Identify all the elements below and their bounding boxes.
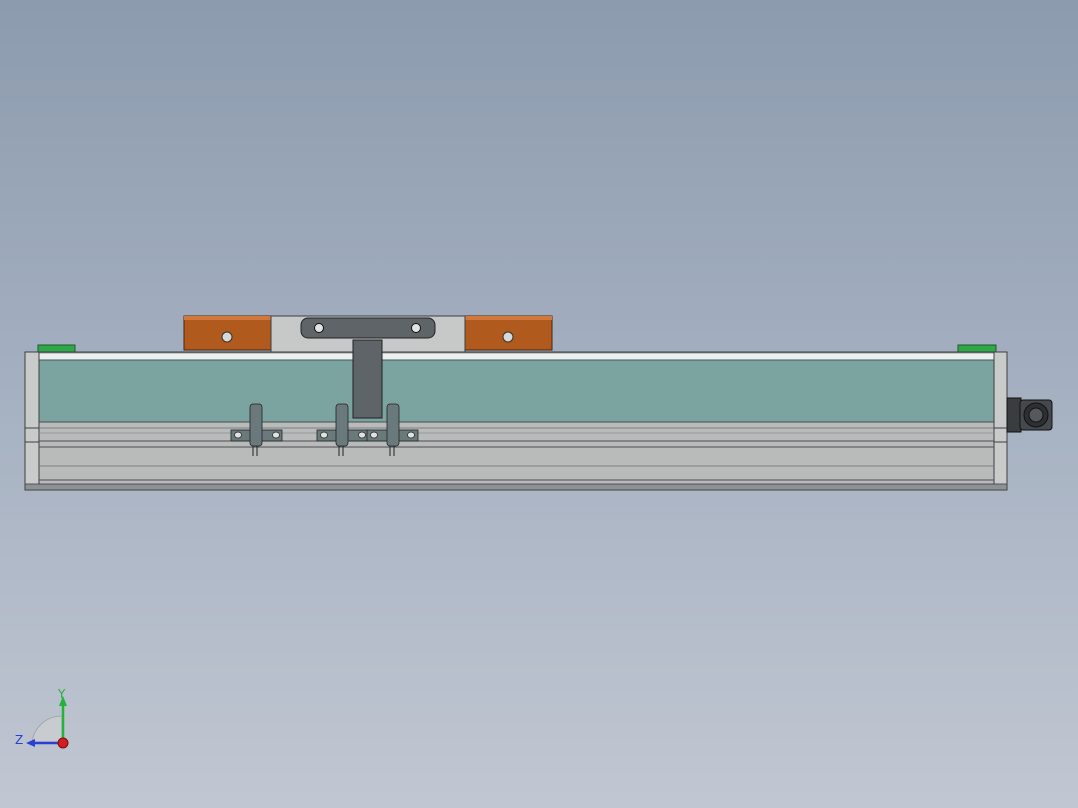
mount-bar-left-hole: [314, 323, 324, 333]
sensor-flag[interactable]: [352, 339, 383, 419]
x-axis-dot: [57, 737, 69, 749]
motor-coupling[interactable]: [1006, 397, 1053, 433]
carriage-right-block-highlight: [464, 316, 552, 320]
axis-triad: Y Z: [15, 687, 69, 749]
left-end-plate: [24, 351, 40, 491]
triad-arc: [31, 715, 63, 743]
linear-module-model[interactable]: [0, 0, 1078, 808]
frame-bottom-edge: [24, 483, 1008, 491]
carriage-left-block-highlight: [184, 316, 272, 320]
z-axis-label: Z: [15, 733, 23, 747]
y-axis-label: Y: [57, 687, 66, 701]
cad-viewport[interactable]: Y Z: [0, 0, 1078, 808]
mount-bar-right-hole: [411, 323, 421, 333]
z-axis-arrow: [26, 739, 35, 747]
rail-cover[interactable]: [38, 359, 995, 423]
right-end-plate: [993, 351, 1008, 491]
frame-top-edge: [25, 352, 1007, 361]
carriage-left-hole: [221, 331, 233, 343]
carriage-right-hole: [502, 331, 514, 343]
